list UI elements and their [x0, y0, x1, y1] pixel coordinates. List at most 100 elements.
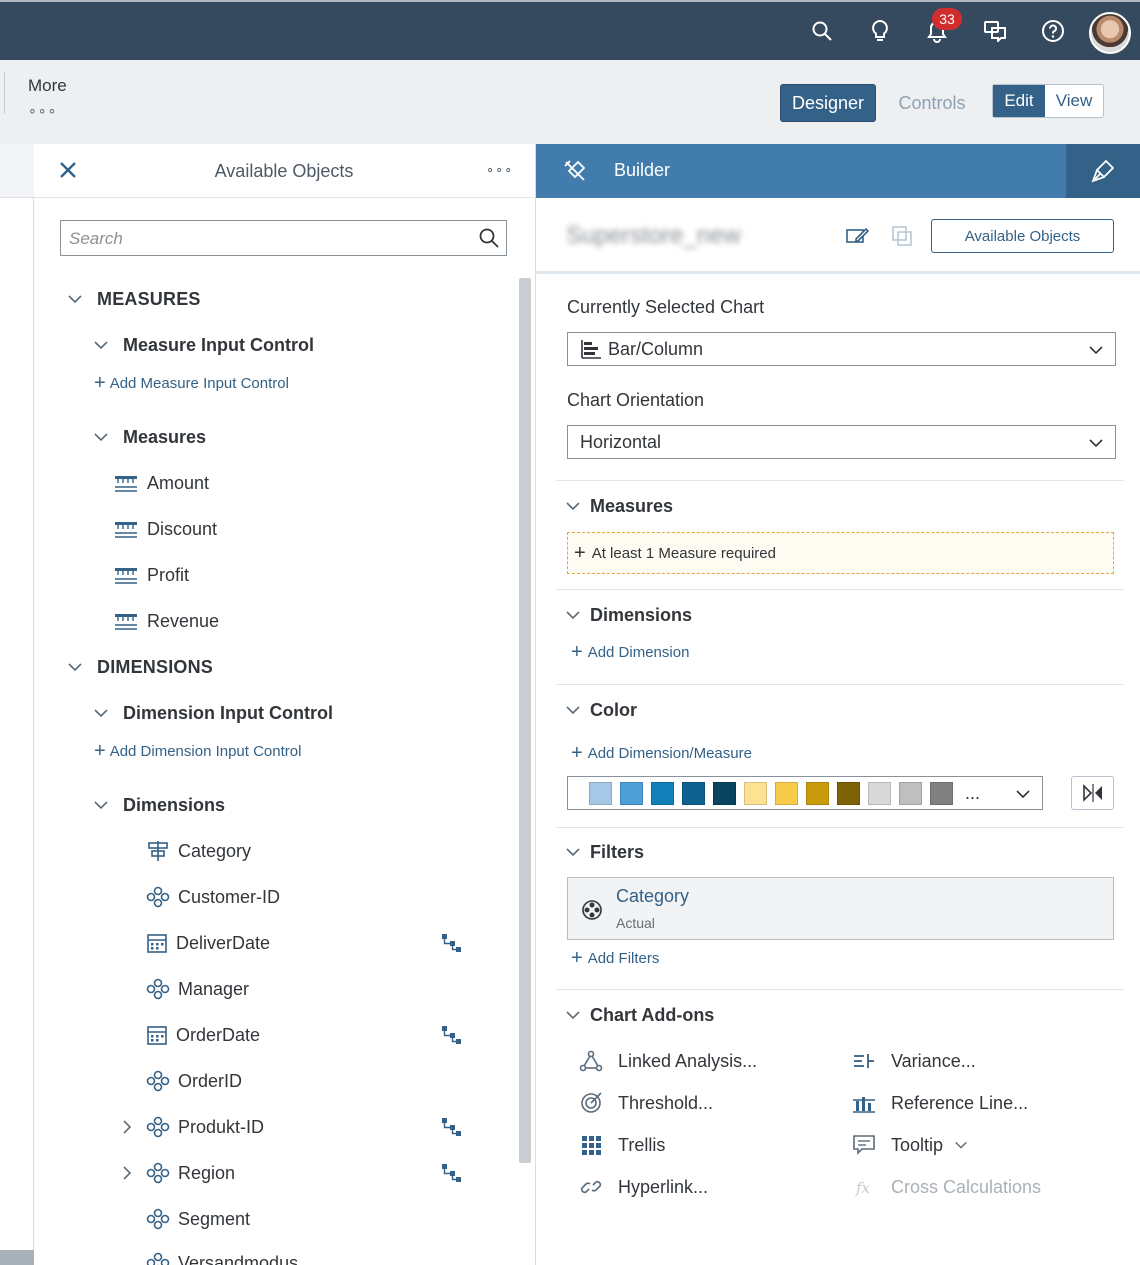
dimension-item[interactable]: Region	[118, 1158, 235, 1188]
plus-icon: +	[94, 372, 106, 394]
color-palette-select[interactable]: ...	[567, 776, 1043, 810]
dimension-input-control-group[interactable]: Dimension Input Control	[92, 698, 333, 728]
hierarchy-icon[interactable]	[440, 1116, 464, 1138]
more-options-icon[interactable]: ∘∘∘	[486, 162, 513, 178]
color-swatch	[837, 781, 860, 805]
tooltip-label: Tooltip	[891, 1134, 944, 1155]
edit-icon[interactable]	[844, 224, 870, 250]
measure-input-control-group[interactable]: Measure Input Control	[92, 330, 314, 360]
dimensions-group[interactable]: Dimensions	[92, 790, 225, 820]
lightbulb-icon[interactable]	[865, 16, 895, 46]
search-icon[interactable]	[478, 227, 502, 251]
cross-calculations-label: Cross Calculations	[891, 1176, 1042, 1197]
chevron-down-icon[interactable]	[953, 1137, 969, 1153]
chevron-right-icon[interactable]	[118, 1118, 136, 1136]
help-icon[interactable]	[1038, 16, 1068, 46]
dimensions-section[interactable]: DIMENSIONS	[66, 652, 213, 682]
avatar[interactable]	[1089, 12, 1131, 54]
dimension-item[interactable]: Versandmodus	[146, 1248, 298, 1265]
builder-title: Builder	[614, 160, 671, 180]
search-input[interactable]	[69, 227, 469, 251]
color-swatch	[899, 781, 922, 805]
chevron-right-icon[interactable]	[118, 1164, 136, 1182]
measure-item[interactable]: Discount	[114, 514, 217, 544]
variance-icon	[854, 1054, 874, 1068]
dimension-item[interactable]: OrderID	[146, 1066, 242, 1096]
hyperlink-option[interactable]: Hyperlink...	[578, 1172, 708, 1202]
plus-icon: +	[574, 542, 586, 564]
add-dimension-measure-link[interactable]: + Add Dimension/Measure	[571, 743, 752, 763]
measures-group[interactable]: Measures	[92, 422, 206, 452]
dimension-item[interactable]: Segment	[146, 1204, 250, 1234]
measure-label: Amount	[147, 472, 210, 493]
hierarchy-icon[interactable]	[440, 932, 464, 954]
dimension-item[interactable]: Produkt-ID	[118, 1112, 264, 1142]
color-section-header[interactable]: Color	[564, 696, 637, 724]
measure-item[interactable]: Revenue	[114, 606, 219, 636]
trellis-option[interactable]: Trellis	[578, 1130, 665, 1160]
reference-line-option[interactable]: Reference Line...	[851, 1088, 1028, 1118]
add-dimension-input-control-label: Add Dimension Input Control	[109, 742, 302, 760]
panel-scrollbar[interactable]	[519, 278, 531, 1163]
tooltip-option[interactable]: Tooltip	[851, 1130, 969, 1160]
search-icon[interactable]	[807, 16, 837, 46]
add-measure-dropzone[interactable]: + At least 1 Measure required	[567, 532, 1114, 574]
add-measure-input-control-link[interactable]: + Add Measure Input Control	[94, 368, 289, 398]
canvas-scrollbar[interactable]	[0, 1250, 34, 1265]
dimension-icon	[146, 1208, 170, 1230]
linked-analysis-option[interactable]: Linked Analysis...	[578, 1046, 757, 1076]
chevron-down-icon	[1016, 790, 1030, 799]
dimension-item[interactable]: Category	[146, 836, 251, 866]
more-icon[interactable]: ∘∘∘	[28, 102, 57, 119]
measure-icon	[115, 476, 137, 492]
filter-token[interactable]: Category Actual	[567, 877, 1114, 940]
plus-icon: +	[94, 740, 106, 762]
measure-item[interactable]: Amount	[114, 468, 209, 498]
hyperlink-icon	[580, 1180, 602, 1194]
dimension-label: Category	[178, 840, 252, 861]
dimension-item[interactable]: OrderDate	[146, 1020, 260, 1050]
dimension-icon	[146, 1162, 170, 1184]
threshold-option[interactable]: Threshold...	[578, 1088, 713, 1118]
linked-analysis-label: Linked Analysis...	[618, 1050, 758, 1071]
color-settings-button[interactable]	[1071, 776, 1114, 810]
toolbar-divider	[4, 72, 5, 114]
add-dimension-input-control-link[interactable]: + Add Dimension Input Control	[94, 736, 301, 766]
measures-section[interactable]: MEASURES	[66, 284, 201, 314]
threshold-icon	[581, 1092, 602, 1113]
close-icon[interactable]	[56, 158, 80, 182]
more-label[interactable]: More	[28, 76, 67, 96]
dimension-icon	[146, 1252, 170, 1265]
dimension-item[interactable]: DeliverDate	[146, 928, 270, 958]
chat-icon[interactable]	[980, 16, 1010, 46]
builder-header: Builder	[536, 144, 1140, 198]
hierarchy-icon[interactable]	[440, 1024, 464, 1046]
filters-section-header[interactable]: Filters	[564, 838, 644, 866]
dimension-item[interactable]: Customer-ID	[146, 882, 280, 912]
measure-item[interactable]: Profit	[114, 560, 189, 590]
chevron-down-icon	[68, 295, 82, 304]
chart-orientation-select[interactable]: Horizontal	[567, 425, 1116, 459]
notification-badge: 33	[932, 8, 962, 30]
hierarchy-icon[interactable]	[440, 1162, 464, 1184]
chart-addons-section-header[interactable]: Chart Add-ons	[564, 1001, 714, 1029]
dimension-item[interactable]: Manager	[146, 974, 249, 1004]
available-objects-button[interactable]: Available Objects	[931, 219, 1114, 253]
chevron-down-icon	[94, 433, 108, 442]
dimensions-section-header[interactable]: Dimensions	[564, 601, 692, 629]
filters-title: Filters	[590, 841, 645, 862]
search-field	[60, 220, 507, 256]
controls-button[interactable]: Controls	[890, 84, 974, 122]
measure-icon	[115, 614, 137, 630]
add-filters-link[interactable]: + Add Filters	[571, 948, 659, 968]
variance-option[interactable]: Variance...	[851, 1046, 976, 1076]
dimension-label: Region	[178, 1162, 236, 1183]
styling-tab[interactable]	[1066, 144, 1140, 198]
add-dimension-link[interactable]: + Add Dimension	[571, 642, 689, 662]
edit-button[interactable]: Edit	[993, 85, 1045, 117]
designer-button[interactable]: Designer	[780, 84, 876, 122]
measures-section-header[interactable]: Measures	[564, 492, 673, 520]
measures-group-title: Measures	[123, 426, 207, 447]
view-button[interactable]: View	[1045, 85, 1103, 117]
chart-type-select[interactable]: Bar/Column	[567, 332, 1116, 366]
